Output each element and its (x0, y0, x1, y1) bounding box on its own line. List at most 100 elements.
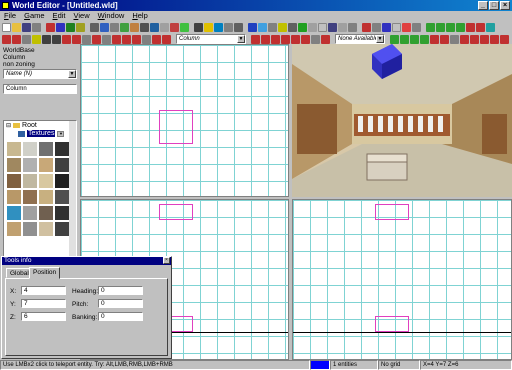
tool-icon[interactable] (338, 22, 347, 32)
tool-icon[interactable] (420, 34, 429, 44)
tool-icon[interactable] (251, 34, 260, 44)
tool-icon[interactable] (298, 22, 307, 32)
tool-icon[interactable] (382, 22, 391, 32)
tool-icon[interactable] (150, 22, 159, 32)
texture-thumb[interactable] (38, 205, 54, 221)
tool-icon[interactable] (328, 22, 337, 32)
texture-thumb[interactable] (22, 157, 38, 173)
tool-icon[interactable] (32, 34, 41, 44)
chevron-down-icon[interactable]: ▼ (68, 70, 76, 78)
texture-thumb[interactable] (38, 221, 54, 237)
tool-icon[interactable] (152, 34, 161, 44)
print-icon[interactable] (32, 22, 41, 32)
tool-icon[interactable] (261, 34, 270, 44)
tool-icon[interactable] (170, 22, 179, 32)
texture-thumb[interactable] (54, 141, 70, 157)
redo-icon[interactable] (56, 22, 65, 32)
tool-icon[interactable] (234, 22, 243, 32)
tool-icon[interactable] (82, 34, 91, 44)
texture-thumb[interactable] (22, 221, 38, 237)
texture-thumb[interactable] (38, 141, 54, 157)
entity-box[interactable] (159, 204, 193, 220)
tool-icon[interactable] (112, 34, 121, 44)
texture-thumb[interactable] (6, 141, 22, 157)
tool-icon[interactable] (22, 34, 31, 44)
tool-icon[interactable] (214, 22, 223, 32)
pitch-field[interactable]: 0 (98, 299, 143, 308)
tool-icon[interactable] (110, 22, 119, 32)
tool-icon[interactable] (476, 22, 485, 32)
entity-name-field[interactable]: Column (3, 84, 77, 94)
tool-icon[interactable] (160, 22, 169, 32)
texture-thumb[interactable] (22, 141, 38, 157)
tool-icon[interactable] (288, 22, 297, 32)
tool-icon[interactable] (281, 34, 290, 44)
tool-icon[interactable] (392, 22, 401, 32)
tool-icon[interactable] (194, 22, 203, 32)
viewport-3d[interactable] (292, 44, 512, 197)
texture-thumb[interactable] (38, 189, 54, 205)
texture-thumb[interactable] (54, 157, 70, 173)
tab-position[interactable]: Position (29, 267, 61, 279)
tool-icon[interactable] (436, 22, 445, 32)
texture-thumb[interactable] (22, 205, 38, 221)
texture-thumb[interactable] (54, 173, 70, 189)
tool-icon[interactable] (100, 22, 109, 32)
tool-icon[interactable] (308, 22, 317, 32)
tool-icon[interactable] (412, 22, 421, 32)
texture-thumb[interactable] (54, 221, 70, 237)
open-folder-icon[interactable] (12, 22, 21, 32)
menu-game[interactable]: Game (24, 11, 44, 21)
tool-icon[interactable] (410, 34, 419, 44)
menu-help[interactable]: Help (132, 11, 147, 21)
tool-icon[interactable] (2, 34, 11, 44)
filter-combo[interactable]: Name (N) ▼ (3, 69, 77, 79)
texture-thumb[interactable] (6, 157, 22, 173)
menu-view[interactable]: View (73, 11, 89, 21)
tool-icon[interactable] (348, 22, 357, 32)
menu-edit[interactable]: Edit (53, 11, 66, 21)
viewport-top[interactable] (80, 44, 289, 197)
tool-icon[interactable] (426, 22, 435, 32)
chevron-down-icon[interactable]: ▼ (376, 35, 384, 43)
new-file-icon[interactable] (2, 22, 11, 32)
tool-icon[interactable] (430, 34, 439, 44)
banking-field[interactable]: 0 (98, 312, 143, 321)
tool-icon[interactable] (460, 34, 469, 44)
tool-icon[interactable] (402, 22, 411, 32)
y-field[interactable]: 7 (21, 299, 66, 308)
tool-icon[interactable] (390, 34, 399, 44)
tool-icon[interactable] (440, 34, 449, 44)
tool-icon[interactable] (76, 22, 85, 32)
tool-icon[interactable] (52, 34, 61, 44)
tool-icon[interactable] (490, 34, 499, 44)
viewport-side[interactable] (292, 199, 512, 360)
minimize-button[interactable]: _ (478, 1, 488, 10)
tool-icon[interactable] (72, 34, 81, 44)
tree-root-label[interactable]: Root (22, 122, 37, 129)
tool-icon[interactable] (400, 34, 409, 44)
tool-icon[interactable] (140, 22, 149, 32)
heading-field[interactable]: 0 (98, 286, 143, 295)
tool-icon[interactable] (162, 34, 171, 44)
close-icon[interactable]: × (163, 257, 170, 264)
z-field[interactable]: 6 (21, 312, 66, 321)
tool-icon[interactable] (470, 34, 479, 44)
tool-icon[interactable] (362, 22, 371, 32)
texture-thumb[interactable] (22, 189, 38, 205)
tool-icon[interactable] (450, 34, 459, 44)
tool-icon[interactable] (142, 34, 151, 44)
menu-file[interactable]: File (4, 11, 16, 21)
tool-icon[interactable] (224, 22, 233, 32)
tool-icon[interactable] (42, 34, 51, 44)
tool-icon[interactable] (90, 22, 99, 32)
tool-icon[interactable] (500, 34, 509, 44)
tool-icon[interactable] (12, 34, 21, 44)
tool-icon[interactable] (204, 22, 213, 32)
texture-thumb[interactable] (6, 221, 22, 237)
tool-icon[interactable] (278, 22, 287, 32)
expand-icon[interactable]: ⊟ (6, 122, 11, 129)
texture-thumb[interactable] (22, 173, 38, 189)
tool-icon[interactable] (120, 22, 129, 32)
tree-textures-label[interactable]: Textures (27, 130, 56, 137)
